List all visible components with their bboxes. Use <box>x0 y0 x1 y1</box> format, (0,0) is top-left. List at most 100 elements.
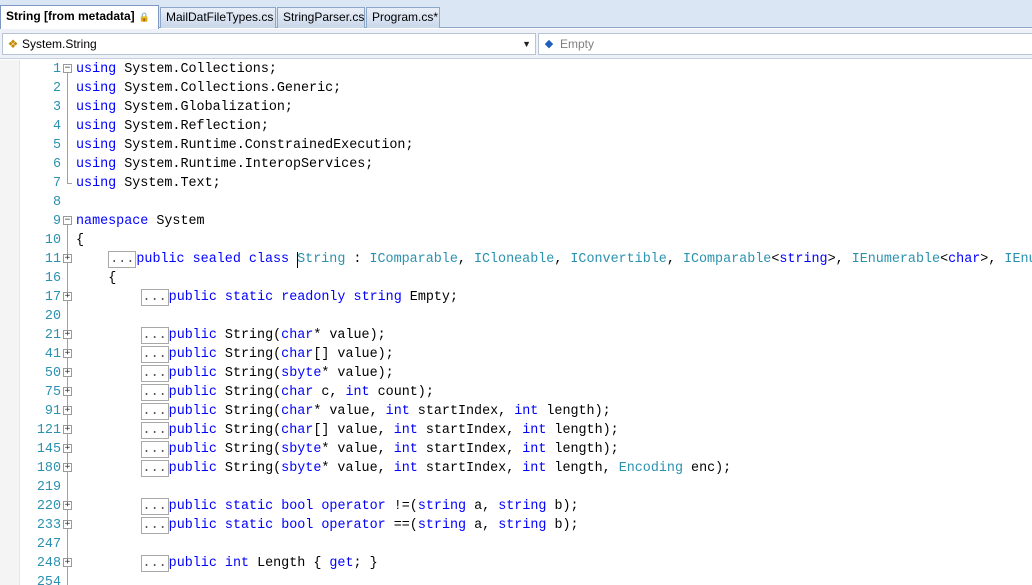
collapsed-region-marker[interactable]: ... <box>140 422 169 439</box>
code-token: String( <box>216 347 282 362</box>
code-line[interactable]: 21 +... public String(char* value); <box>0 326 1032 345</box>
tab-1[interactable]: MailDatFileTypes.cs <box>160 7 276 28</box>
code-text: ... public sealed class String : ICompara… <box>108 250 1032 269</box>
expand-icon[interactable]: + <box>63 254 72 263</box>
code-line[interactable]: 75 +... public String(char c, int count); <box>0 383 1032 402</box>
code-line[interactable]: 6 using System.Runtime.InteropServices; <box>0 155 1032 174</box>
code-line[interactable]: 7 using System.Text; <box>0 174 1032 193</box>
collapsed-region-marker[interactable]: ... <box>140 498 169 515</box>
code-line[interactable]: 5 using System.Runtime.ConstrainedExecuti… <box>0 136 1032 155</box>
code-line[interactable]: 233 +... public static bool operator ==(st… <box>0 516 1032 535</box>
expand-icon[interactable]: + <box>63 292 72 301</box>
code-line[interactable]: 3 using System.Globalization; <box>0 98 1032 117</box>
code-text: ... public String(sbyte* value); <box>140 364 394 383</box>
expand-icon[interactable]: + <box>63 463 72 472</box>
code-editor[interactable]: 1− using System.Collections; 2 using System… <box>0 60 1032 585</box>
keyword-token: get <box>329 556 354 571</box>
code-line[interactable]: 248 +... public int Length { get; } <box>0 554 1032 573</box>
code-text: ... public String(char c, int count); <box>140 383 434 402</box>
expand-icon[interactable]: + <box>63 558 72 567</box>
tab-2[interactable]: StringParser.cs <box>277 7 365 28</box>
code-text: ... public static readonly string Empty; <box>140 288 458 307</box>
chevron-down-icon[interactable]: ▼ <box>522 34 531 54</box>
code-line[interactable]: 16 { <box>0 269 1032 288</box>
code-token: b); <box>546 499 579 514</box>
collapsed-region-marker[interactable]: ... <box>140 346 169 363</box>
code-token: : <box>345 252 370 267</box>
expand-icon[interactable]: + <box>63 425 72 434</box>
code-line[interactable]: 17 + ... public static readonly string Empt… <box>0 288 1032 307</box>
collapsed-region-marker[interactable]: ... <box>140 289 169 306</box>
collapsed-region-marker[interactable]: ... <box>140 403 169 420</box>
keyword-token: using <box>76 81 117 96</box>
code-line[interactable]: 9− namespace System <box>0 212 1032 231</box>
outline-rail <box>67 231 68 250</box>
expand-icon[interactable]: + <box>63 387 72 396</box>
code-line[interactable]: 219 <box>0 478 1032 497</box>
collapsed-region-marker[interactable]: ... <box>140 517 169 534</box>
code-line[interactable]: 254 <box>0 573 1032 585</box>
code-token: System <box>148 214 205 229</box>
keyword-token: int <box>345 385 370 400</box>
code-token: count); <box>369 385 434 400</box>
collapsed-region-marker[interactable]: ... <box>140 365 169 382</box>
keyword-token: char <box>948 252 981 267</box>
keyword-token: string <box>779 252 828 267</box>
code-line[interactable]: 180 +... public String(sbyte* value, int s… <box>0 459 1032 478</box>
expand-icon[interactable]: + <box>63 520 72 529</box>
member-dropdown[interactable]: ◆ Empty <box>538 33 1032 55</box>
tab-3[interactable]: Program.cs* <box>366 7 440 28</box>
code-line[interactable]: 1− using System.Collections; <box>0 60 1032 79</box>
expand-icon[interactable]: + <box>63 330 72 339</box>
code-token: < <box>940 252 949 267</box>
collapsed-region-marker[interactable]: ... <box>140 327 169 344</box>
keyword-token: public <box>168 442 217 457</box>
code-line[interactable]: 11 +... public sealed class String : IComp… <box>0 250 1032 269</box>
outline-end <box>67 174 72 184</box>
code-line[interactable]: 20 <box>0 307 1032 326</box>
collapse-icon[interactable]: − <box>63 64 72 73</box>
code-token: System.Collections.Generic; <box>116 81 342 96</box>
expand-icon[interactable]: + <box>63 368 72 377</box>
keyword-token: string <box>353 290 402 305</box>
collapsed-region-marker[interactable]: ... <box>140 384 169 401</box>
code-line[interactable]: 4 using System.Reflection; <box>0 117 1032 136</box>
line-number: 17 <box>44 290 61 305</box>
tab-label: Program.cs* <box>372 10 439 24</box>
expand-icon[interactable]: + <box>63 406 72 415</box>
code-line[interactable]: 10 { <box>0 231 1032 250</box>
code-line[interactable]: 91 +... public String(char* value, int sta… <box>0 402 1032 421</box>
collapse-icon[interactable]: − <box>63 216 72 225</box>
collapsed-region-marker[interactable]: ... <box>140 460 169 477</box>
line-number: 180 <box>36 461 61 476</box>
code-line[interactable]: 247 <box>0 535 1032 554</box>
expand-icon[interactable]: + <box>63 501 72 510</box>
code-token: , <box>666 252 683 267</box>
code-line[interactable]: 8 <box>0 193 1032 212</box>
code-token: length); <box>546 442 619 457</box>
code-line[interactable]: 220 +... public static bool operator !=(st… <box>0 497 1032 516</box>
tab-label: StringParser.cs <box>283 10 365 24</box>
outline-rail <box>67 307 68 326</box>
code-line[interactable]: 41 +... public String(char[] value); <box>0 345 1032 364</box>
tab-0[interactable]: String [from metadata] 🔒 <box>0 5 159 29</box>
code-line[interactable]: 145 +... public String(sbyte* value, int s… <box>0 440 1032 459</box>
collapsed-region-marker[interactable]: ... <box>140 555 169 572</box>
keyword-token: int <box>393 461 418 476</box>
code-line[interactable]: 50 +... public String(sbyte* value); <box>0 364 1032 383</box>
collapsed-region-marker[interactable]: ... <box>108 251 137 268</box>
line-number: 2 <box>52 81 61 96</box>
code-token: startIndex, <box>409 404 515 419</box>
keyword-token: sbyte <box>281 366 322 381</box>
code-line[interactable]: 2 using System.Collections.Generic; <box>0 79 1032 98</box>
code-line[interactable]: 121 +... public String(char[] value, int s… <box>0 421 1032 440</box>
code-token: length); <box>546 423 619 438</box>
collapsed-region-marker[interactable]: ... <box>140 441 169 458</box>
expand-icon[interactable]: + <box>63 349 72 358</box>
expand-icon[interactable]: + <box>63 444 72 453</box>
type-dropdown[interactable]: ❖ System.String ▼ <box>2 33 536 55</box>
line-number: 41 <box>44 347 61 362</box>
keyword-token: public <box>168 461 217 476</box>
keyword-token: using <box>76 62 117 77</box>
